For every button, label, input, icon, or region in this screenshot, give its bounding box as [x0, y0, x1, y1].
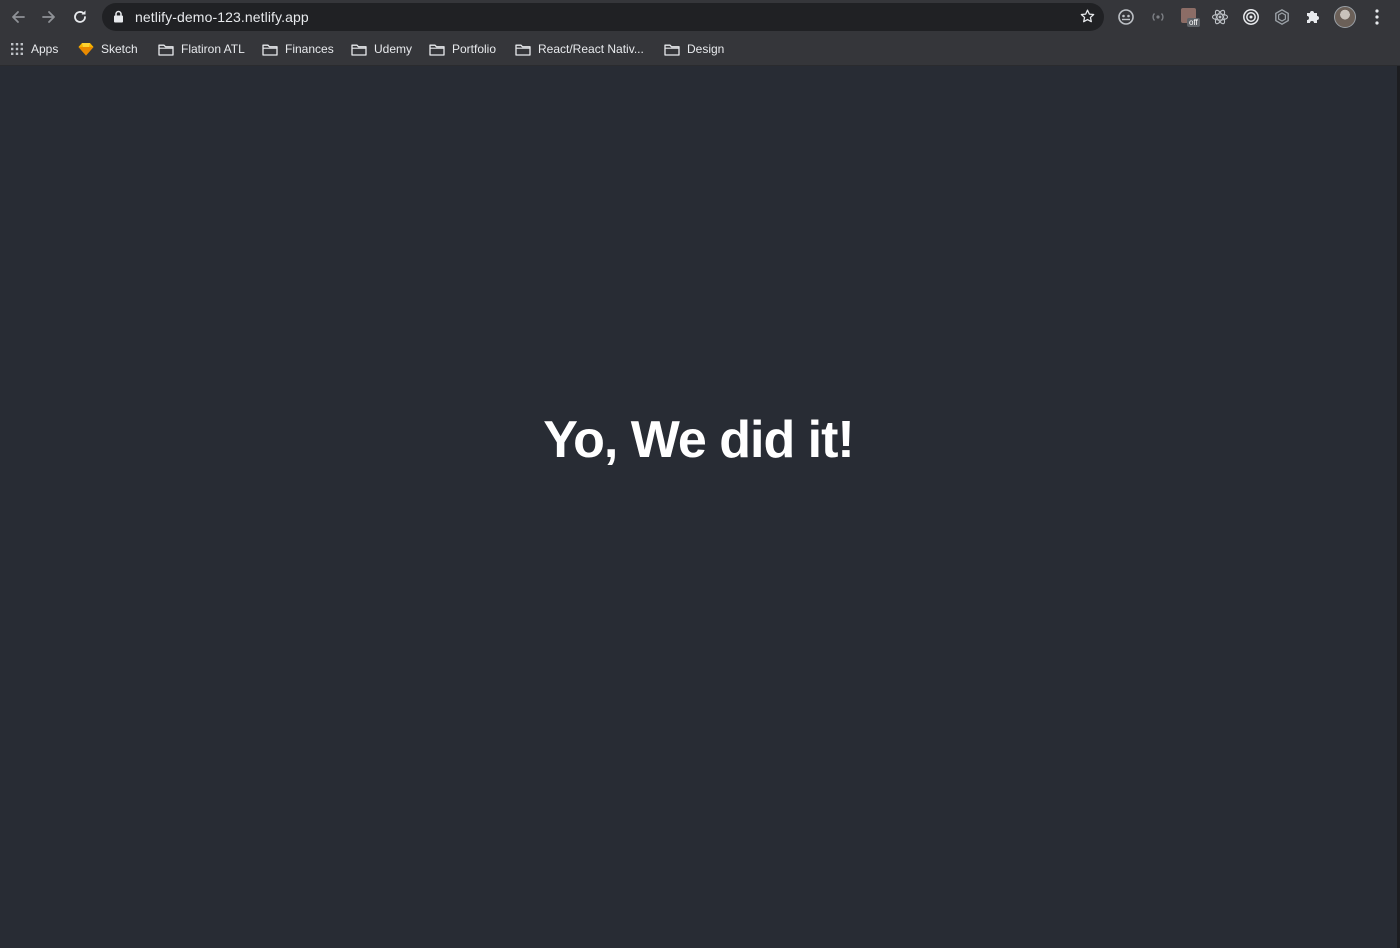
bookmark-folder-portfolio[interactable]: Portfolio — [429, 38, 496, 60]
address-url[interactable]: netlify-demo-123.netlify.app — [135, 9, 309, 25]
back-button[interactable] — [6, 5, 30, 29]
bookmark-folder-finances[interactable]: Finances — [262, 38, 334, 60]
browser-toolbar: netlify-demo-123.netlify.app off — [0, 0, 1400, 34]
folder-icon — [262, 44, 278, 56]
bookmark-label: Sketch — [101, 42, 138, 56]
bookmark-folder-react-native[interactable]: React/React Nativ... — [515, 38, 644, 60]
bookmark-folder-design[interactable]: Design — [664, 38, 724, 60]
extension-off-button[interactable]: off — [1180, 7, 1202, 29]
bookmark-label: Flatiron ATL — [181, 42, 245, 56]
folder-icon — [515, 44, 531, 56]
page-heading: Yo, We did it! — [543, 411, 855, 469]
bookmark-label: Apps — [31, 42, 59, 56]
profile-avatar[interactable] — [1334, 6, 1356, 28]
puzzle-piece-icon — [1307, 11, 1319, 23]
arrow-left-icon — [12, 11, 25, 23]
extension-broadcast-button[interactable] — [1148, 7, 1168, 27]
folder-icon — [158, 44, 174, 56]
folder-icon — [351, 44, 367, 56]
bookmark-label: Design — [687, 42, 725, 56]
browser-menu-button[interactable] — [1368, 7, 1386, 27]
ghost-icon — [1118, 9, 1134, 25]
address-bar[interactable]: netlify-demo-123.netlify.app — [102, 3, 1104, 31]
bookmark-label: React/React Nativ... — [538, 42, 644, 56]
extension-react-devtools-button[interactable] — [1210, 7, 1230, 27]
sketch-icon — [78, 43, 94, 56]
broadcast-icon — [1152, 13, 1164, 21]
reload-icon — [74, 10, 86, 23]
folder-icon — [664, 44, 680, 56]
bookmark-apps[interactable]: Apps — [10, 38, 58, 60]
bookmark-label: Udemy — [374, 42, 413, 56]
extension-ghost-button[interactable] — [1116, 7, 1136, 27]
target-icon — [1243, 9, 1259, 25]
bookmark-star-icon[interactable] — [1079, 8, 1096, 25]
extension-hexagon-button[interactable] — [1272, 7, 1292, 27]
forward-button[interactable] — [37, 5, 61, 29]
bookmarks-bar: Apps Sketch Flatiron ATL Finances Udemy … — [0, 34, 1400, 66]
bookmark-label: Finances — [285, 42, 334, 56]
bookmark-folder-udemy[interactable]: Udemy — [351, 38, 412, 60]
react-atom-icon — [1211, 9, 1229, 25]
lock-icon — [114, 10, 123, 23]
folder-icon — [429, 44, 445, 56]
extension-target-button[interactable] — [1241, 7, 1261, 27]
extensions-menu-button[interactable] — [1303, 7, 1323, 27]
off-badge: off — [1187, 18, 1200, 27]
browser-window: netlify-demo-123.netlify.app off Apps Sk… — [0, 0, 1400, 948]
page-content — [0, 66, 1397, 948]
apps-grid-icon — [11, 43, 23, 55]
arrow-right-icon — [42, 11, 55, 23]
bookmark-sketch[interactable]: Sketch — [78, 38, 138, 60]
reload-button[interactable] — [68, 5, 92, 29]
bookmark-folder-flatiron-atl[interactable]: Flatiron ATL — [158, 38, 245, 60]
bookmark-label: Portfolio — [452, 42, 497, 56]
hexagon-knot-icon — [1275, 8, 1289, 26]
more-vertical-icon — [1375, 9, 1379, 25]
